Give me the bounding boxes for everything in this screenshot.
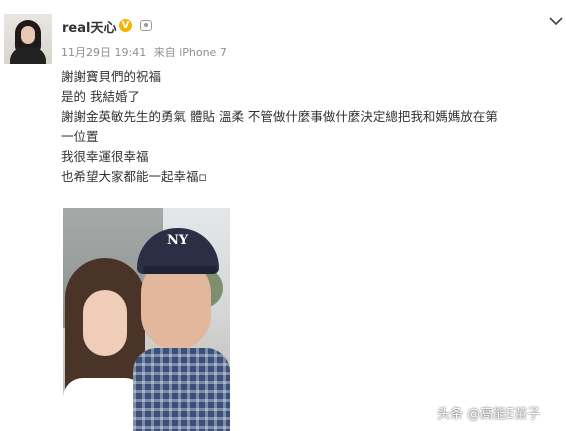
avatar-body	[10, 47, 46, 64]
avatar[interactable]	[4, 14, 52, 64]
chevron-down-icon[interactable]	[548, 14, 564, 28]
content-line: 我很幸運很幸福	[61, 149, 149, 164]
photo-woman-face	[83, 290, 127, 356]
content-line: 謝謝金英敏先生的勇氣 體貼 溫柔 不管做什麼事做什麼決定總把我和媽媽放在第	[61, 109, 498, 124]
photo-man-shirt	[133, 348, 230, 431]
member-icon[interactable]	[140, 20, 152, 31]
post-source: 来自 iPhone 7	[153, 46, 227, 59]
avatar-face	[21, 26, 35, 44]
content-line: 是的 我結婚了	[61, 89, 140, 104]
content-line: 也希望大家都能一起幸福▫	[61, 169, 207, 184]
content-line: 謝謝寶貝們的祝福	[61, 69, 162, 84]
verified-badge-icon: V	[119, 19, 132, 32]
post-photo[interactable]: NY	[63, 208, 230, 431]
post-meta: 11月29日 19:41 来自 iPhone 7	[61, 44, 231, 60]
weibo-post: real天心 V 11月29日 19:41 来自 iPhone 7 謝謝寶貝們的…	[0, 0, 566, 431]
cap-logo: NY	[167, 233, 189, 248]
timestamp[interactable]: 11月29日 19:41	[61, 46, 146, 59]
photo-cap-brim	[143, 266, 217, 274]
username[interactable]: real天心	[62, 17, 116, 36]
watermark: 头条 @高能E苗子	[437, 407, 541, 422]
content-line: 一位置	[61, 129, 99, 144]
post-content: 謝謝寶貝們的祝福 是的 我結婚了 謝謝金英敏先生的勇氣 體貼 溫柔 不管做什麼事…	[61, 67, 556, 187]
